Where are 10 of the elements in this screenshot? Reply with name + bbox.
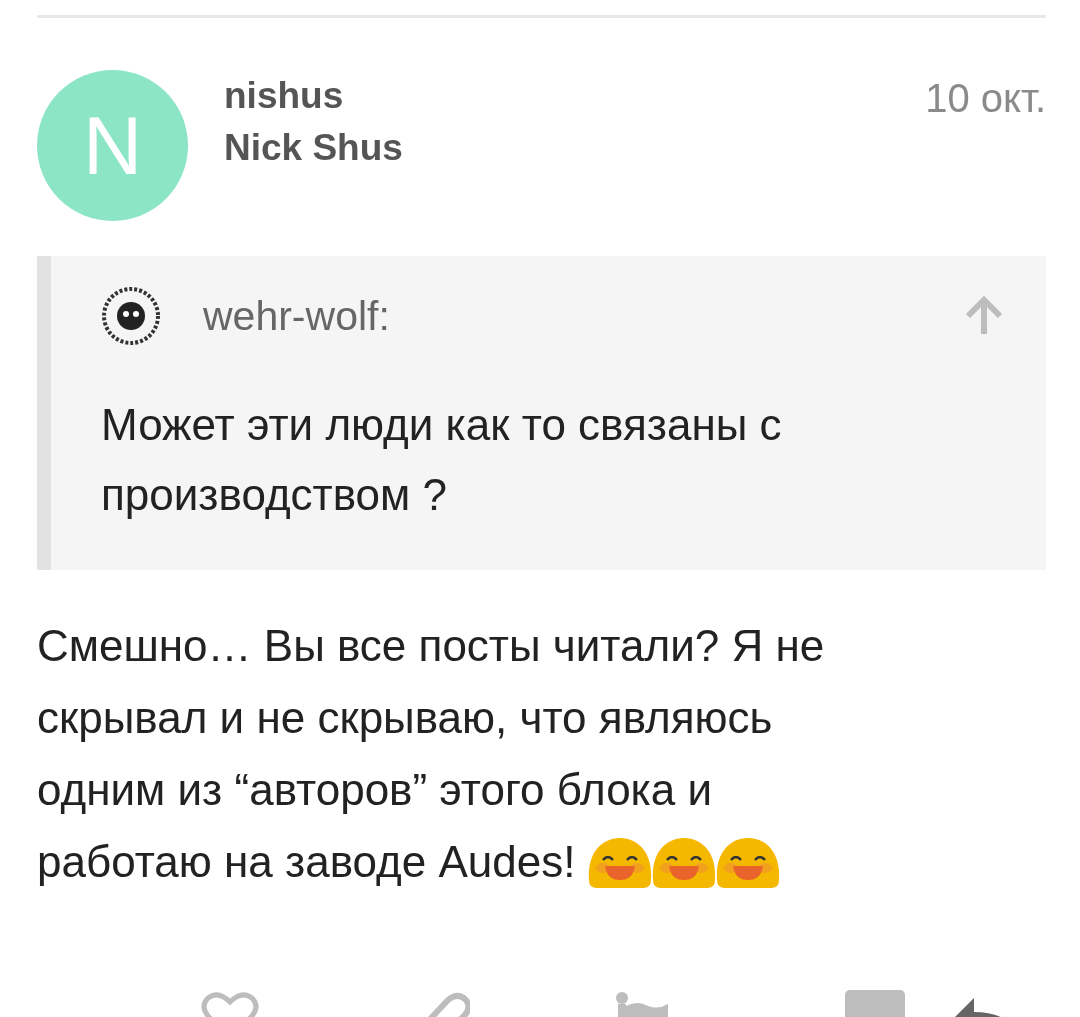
comment-text-line: одним из “авторов” этого блока и [37,764,713,816]
round-stamp-icon [101,286,161,346]
display-name: Nick Shus [224,126,403,170]
comment-text-line: работаю на заводе Audes! [37,836,576,888]
quote-author[interactable]: wehr-wolf: [203,292,390,340]
quote-text: Может эти люди как то связаны с производством ? [101,399,783,521]
username[interactable]: nishus [224,74,403,118]
comment-text-line: скрывал и не скрываю, что являюсь [37,692,773,744]
comment-date: 10 окт. [925,76,1046,121]
comment-text-line: Смешно… Вы все посты читали? Я не [37,620,825,672]
